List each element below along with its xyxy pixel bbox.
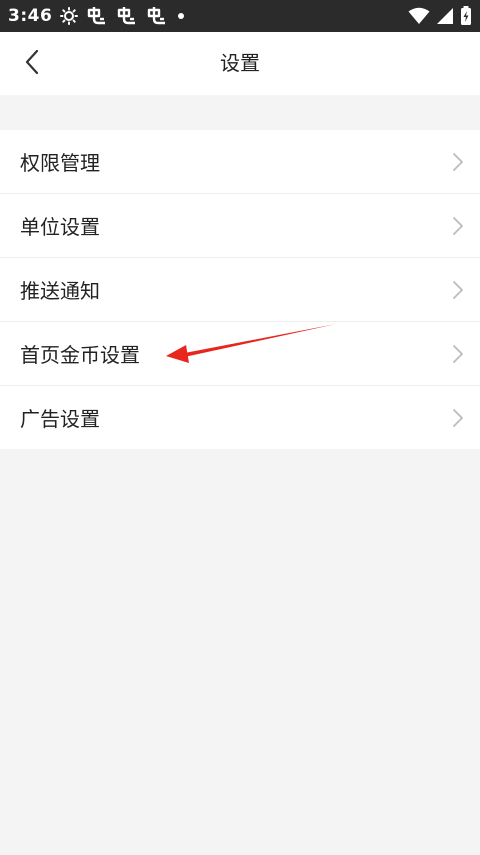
status-bar-left: 3:46 <box>8 6 408 26</box>
settings-item-label: 权限管理 <box>20 151 100 175</box>
settings-item-push-notifications[interactable]: 推送通知 <box>0 258 480 322</box>
notification-app-icon <box>86 6 108 26</box>
settings-item-label: 广告设置 <box>20 407 100 431</box>
settings-item-home-coin[interactable]: 首页金币设置 <box>0 322 480 386</box>
chevron-right-icon <box>452 152 464 172</box>
status-bar: 3:46 <box>0 0 480 32</box>
notification-app-icon <box>146 6 168 26</box>
status-time: 3:46 <box>8 6 53 26</box>
battery-charging-icon <box>460 6 472 26</box>
settings-item-ads[interactable]: 广告设置 <box>0 386 480 449</box>
status-bar-right <box>408 6 472 26</box>
chevron-right-icon <box>452 344 464 364</box>
settings-item-units[interactable]: 单位设置 <box>0 194 480 258</box>
back-button[interactable] <box>14 46 50 82</box>
chevron-left-icon <box>24 49 40 79</box>
page-title: 设置 <box>220 51 260 75</box>
chevron-right-icon <box>452 408 464 428</box>
chevron-right-icon <box>452 280 464 300</box>
wifi-icon <box>408 7 430 25</box>
chevron-right-icon <box>452 216 464 236</box>
app-header: 设置 <box>0 32 480 95</box>
dot-icon <box>176 11 186 21</box>
settings-item-label: 首页金币设置 <box>20 343 140 367</box>
notification-app-icon <box>116 6 138 26</box>
settings-item-permissions[interactable]: 权限管理 <box>0 130 480 194</box>
settings-item-label: 单位设置 <box>20 215 100 239</box>
settings-item-label: 推送通知 <box>20 279 100 303</box>
brightness-icon <box>60 7 79 25</box>
settings-list: 权限管理 单位设置 推送通知 首页金币设置 广告设置 <box>0 130 480 449</box>
signal-icon <box>436 7 454 25</box>
